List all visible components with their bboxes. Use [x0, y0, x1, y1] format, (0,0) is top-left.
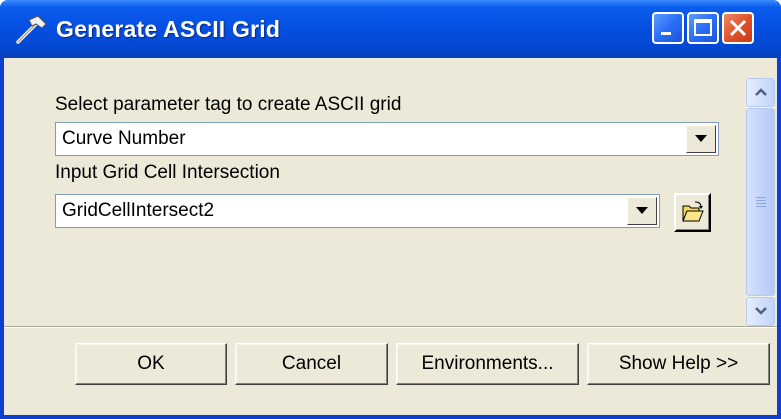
chevron-down-icon	[695, 135, 707, 142]
grid-intersection-dropdown-button[interactable]	[627, 197, 657, 225]
browse-button[interactable]	[674, 193, 711, 232]
maximize-button[interactable]	[687, 12, 719, 44]
chevron-down-icon	[755, 307, 767, 315]
cancel-button[interactable]: Cancel	[235, 343, 388, 385]
show-help-button[interactable]: Show Help >>	[587, 343, 770, 385]
chevron-down-icon	[636, 207, 648, 214]
scroll-down-button[interactable]	[746, 297, 775, 326]
minimize-icon	[661, 32, 671, 35]
parameter-tag-dropdown[interactable]: Curve Number	[55, 122, 719, 156]
dialog-body: Select parameter tag to create ASCII gri…	[4, 58, 777, 415]
minimize-button[interactable]	[652, 12, 684, 44]
environments-button[interactable]: Environments...	[396, 343, 579, 385]
grid-intersection-label: Input Grid Cell Intersection	[55, 162, 280, 183]
scroll-up-button[interactable]	[746, 78, 775, 107]
dialog-window: Generate ASCII Grid Select parameter tag…	[0, 0, 781, 419]
parameter-tag-value: Curve Number	[62, 128, 186, 149]
hammer-icon	[14, 14, 50, 46]
vertical-scrollbar[interactable]	[746, 78, 775, 326]
scrollbar-thumb[interactable]	[746, 108, 775, 296]
grid-intersection-dropdown[interactable]: GridCellIntersect2	[55, 194, 660, 228]
parameter-tag-dropdown-button[interactable]	[686, 125, 716, 153]
ok-button[interactable]: OK	[75, 343, 227, 385]
grid-intersection-value: GridCellIntersect2	[62, 200, 215, 221]
thumb-grip	[756, 206, 766, 207]
close-icon	[729, 19, 747, 37]
parameter-tag-label: Select parameter tag to create ASCII gri…	[55, 94, 402, 115]
chevron-up-icon	[755, 88, 767, 96]
maximize-icon	[694, 19, 712, 36]
window-title: Generate ASCII Grid	[56, 16, 281, 42]
title-bar[interactable]: Generate ASCII Grid	[0, 0, 781, 58]
thumb-grip	[756, 200, 766, 201]
parameters-panel: Select parameter tag to create ASCII gri…	[4, 58, 777, 326]
thumb-grip	[756, 203, 766, 204]
open-folder-icon	[682, 201, 704, 222]
divider	[4, 327, 777, 328]
close-button[interactable]	[722, 12, 754, 44]
thumb-grip	[756, 197, 766, 198]
